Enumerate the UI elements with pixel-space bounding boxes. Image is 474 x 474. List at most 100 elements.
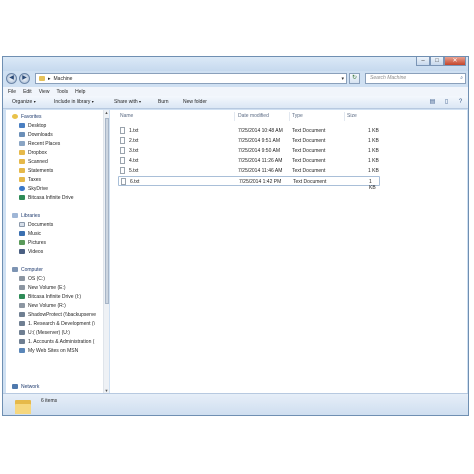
file-row[interactable]: 2.txt 7/25/2014 9:51 AM Text Document 1 … [118, 136, 380, 146]
column-header-type[interactable]: Type [292, 113, 303, 119]
nav-item-pictures[interactable]: Pictures [19, 238, 46, 247]
text-file-icon [121, 178, 126, 185]
file-name: 5.txt [129, 168, 139, 174]
minimize-button[interactable]: – [416, 57, 430, 66]
scrollbar-thumb[interactable] [105, 118, 109, 304]
details-pane: 6 items [3, 393, 468, 415]
videos-icon [19, 249, 25, 254]
column-divider[interactable] [344, 112, 345, 121]
file-name: 2.txt [129, 138, 139, 144]
nav-scrollbar[interactable]: ▲ ▼ [103, 110, 109, 393]
menu-view[interactable]: View [39, 89, 50, 95]
file-row[interactable]: 3.txt 7/25/2014 9:50 AM Text Document 1 … [118, 146, 380, 156]
file-date: 7/25/2014 10:48 AM [238, 128, 283, 134]
menu-bar: File Edit View Tools Help [3, 87, 468, 96]
refresh-button[interactable]: ↻ [349, 73, 360, 84]
file-row[interactable]: 4.txt 7/25/2014 11:26 AM Text Document 1… [118, 156, 380, 166]
nav-item-statements[interactable]: Statements [19, 166, 53, 175]
nav-item-label: Bitcasa Infinite Drive [28, 194, 74, 201]
nav-item-os-c[interactable]: OS (C:) [19, 274, 45, 283]
address-bar[interactable]: ▸ Machine ▾ [35, 73, 347, 84]
title-bar[interactable]: – □ ✕ [3, 57, 468, 71]
column-divider[interactable] [289, 112, 290, 121]
nav-item-recent-places[interactable]: Recent Places [19, 139, 60, 148]
column-header-name[interactable]: Name [120, 113, 133, 119]
network-label: Network [21, 383, 40, 390]
column-header-size[interactable]: Size [347, 113, 357, 119]
path-arrow-icon[interactable]: ▸ [48, 76, 51, 82]
text-file-icon [120, 127, 125, 134]
nav-item-research-development[interactable]: 1. Research & Development (\ [19, 319, 95, 328]
libraries-header[interactable]: Libraries [12, 211, 40, 220]
nav-item-shadowprotect[interactable]: ShadowProtect (\\backupserve [19, 310, 96, 319]
address-row: ◀ ▶ ▸ Machine ▾ ↻ Search Machine ⌕ [3, 71, 468, 87]
computer-icon [12, 267, 18, 272]
scroll-up-icon[interactable]: ▲ [104, 110, 109, 115]
folder-icon [19, 168, 25, 173]
nav-item-taxes[interactable]: Taxes [19, 175, 41, 184]
nav-item-music[interactable]: Music [19, 229, 41, 238]
nav-item-scanned[interactable]: Scanned [19, 157, 48, 166]
navigation-pane: Favorites Desktop Downloads Recent Place… [6, 110, 103, 393]
menu-tools[interactable]: Tools [56, 89, 68, 95]
share-with-button[interactable]: Share with ▾ [114, 99, 141, 105]
file-size: 1 KB [369, 179, 376, 191]
forward-button[interactable]: ▶ [19, 73, 30, 84]
nav-item-videos[interactable]: Videos [19, 247, 43, 256]
menu-file[interactable]: File [8, 89, 16, 95]
file-type: Text Document [292, 138, 326, 144]
nav-item-label: U:( (Meserver) (U:) [28, 329, 70, 336]
close-button[interactable]: ✕ [444, 57, 466, 66]
menu-help[interactable]: Help [75, 89, 85, 95]
back-button[interactable]: ◀ [6, 73, 17, 84]
address-dropdown-icon[interactable]: ▾ [341, 76, 344, 82]
include-in-library-button[interactable]: Include in library ▾ [54, 99, 94, 105]
nav-item-my-web-sites[interactable]: My Web Sites on MSN [19, 346, 78, 355]
organize-button[interactable]: Organize ▾ [12, 99, 36, 105]
network-header[interactable]: Network [12, 382, 39, 391]
search-icon[interactable]: ⌕ [460, 74, 463, 83]
menu-edit[interactable]: Edit [23, 89, 32, 95]
nav-item-skydrive[interactable]: SkyDrive [19, 184, 48, 193]
nav-item-label: Documents [28, 221, 54, 228]
text-file-icon [120, 147, 125, 154]
network-drive-icon [19, 330, 25, 335]
organize-label: Organize [12, 99, 33, 105]
file-row[interactable]: 5.txt 7/25/2014 11:46 AM Text Document 1… [118, 166, 380, 176]
skydrive-icon [19, 186, 25, 191]
column-header-date-modified[interactable]: Date modified [238, 113, 269, 119]
search-placeholder: Search Machine [370, 75, 407, 81]
item-count: 6 items [41, 398, 58, 404]
preview-pane-icon[interactable]: ▯ [442, 98, 451, 106]
nav-item-label: My Web Sites on MSN [28, 347, 79, 354]
nav-item-downloads[interactable]: Downloads [19, 130, 53, 139]
file-size: 1 KB [368, 138, 379, 144]
window-controls: – □ ✕ [416, 57, 466, 66]
new-folder-button[interactable]: New folder [183, 99, 207, 105]
nav-item-bitcasa-drive[interactable]: Bitcasa Infinite Drive (I:) [19, 292, 81, 301]
nav-item-meserver-u[interactable]: U:( (Meserver) (U:) [19, 328, 70, 337]
nav-item-bitcasa[interactable]: Bitcasa Infinite Drive [19, 193, 74, 202]
file-row[interactable]: 1.txt 7/25/2014 10:48 AM Text Document 1… [118, 126, 380, 136]
nav-item-desktop[interactable]: Desktop [19, 121, 46, 130]
nav-item-new-volume-e[interactable]: New Volume (E:) [19, 283, 66, 292]
nav-item-dropbox[interactable]: Dropbox [19, 148, 47, 157]
help-icon[interactable]: ? [456, 98, 465, 106]
favorites-header[interactable]: Favorites [12, 112, 42, 121]
nav-item-accounts-administration[interactable]: 1. Accounts & Administration ( [19, 337, 94, 346]
computer-header[interactable]: Computer [12, 265, 43, 274]
file-row-selected[interactable]: 6.txt 7/25/2014 1:42 PM Text Document 1 … [118, 176, 380, 191]
maximize-button[interactable]: □ [430, 57, 444, 66]
nav-item-documents[interactable]: Documents [19, 220, 53, 229]
network-drive-icon [19, 321, 25, 326]
nav-item-new-volume-r[interactable]: New Volume (R:) [19, 301, 66, 310]
column-divider[interactable] [234, 112, 235, 121]
breadcrumb-machine[interactable]: Machine [54, 76, 73, 82]
search-input[interactable]: Search Machine ⌕ [365, 73, 466, 84]
nav-item-label: Recent Places [28, 140, 61, 147]
file-date: 7/25/2014 11:26 AM [238, 158, 283, 164]
file-type: Text Document [292, 168, 326, 174]
command-bar: Organize ▾ Include in library ▾ Share wi… [3, 96, 468, 109]
views-icon[interactable]: ▤ [428, 98, 437, 106]
burn-button[interactable]: Burn [158, 99, 169, 105]
